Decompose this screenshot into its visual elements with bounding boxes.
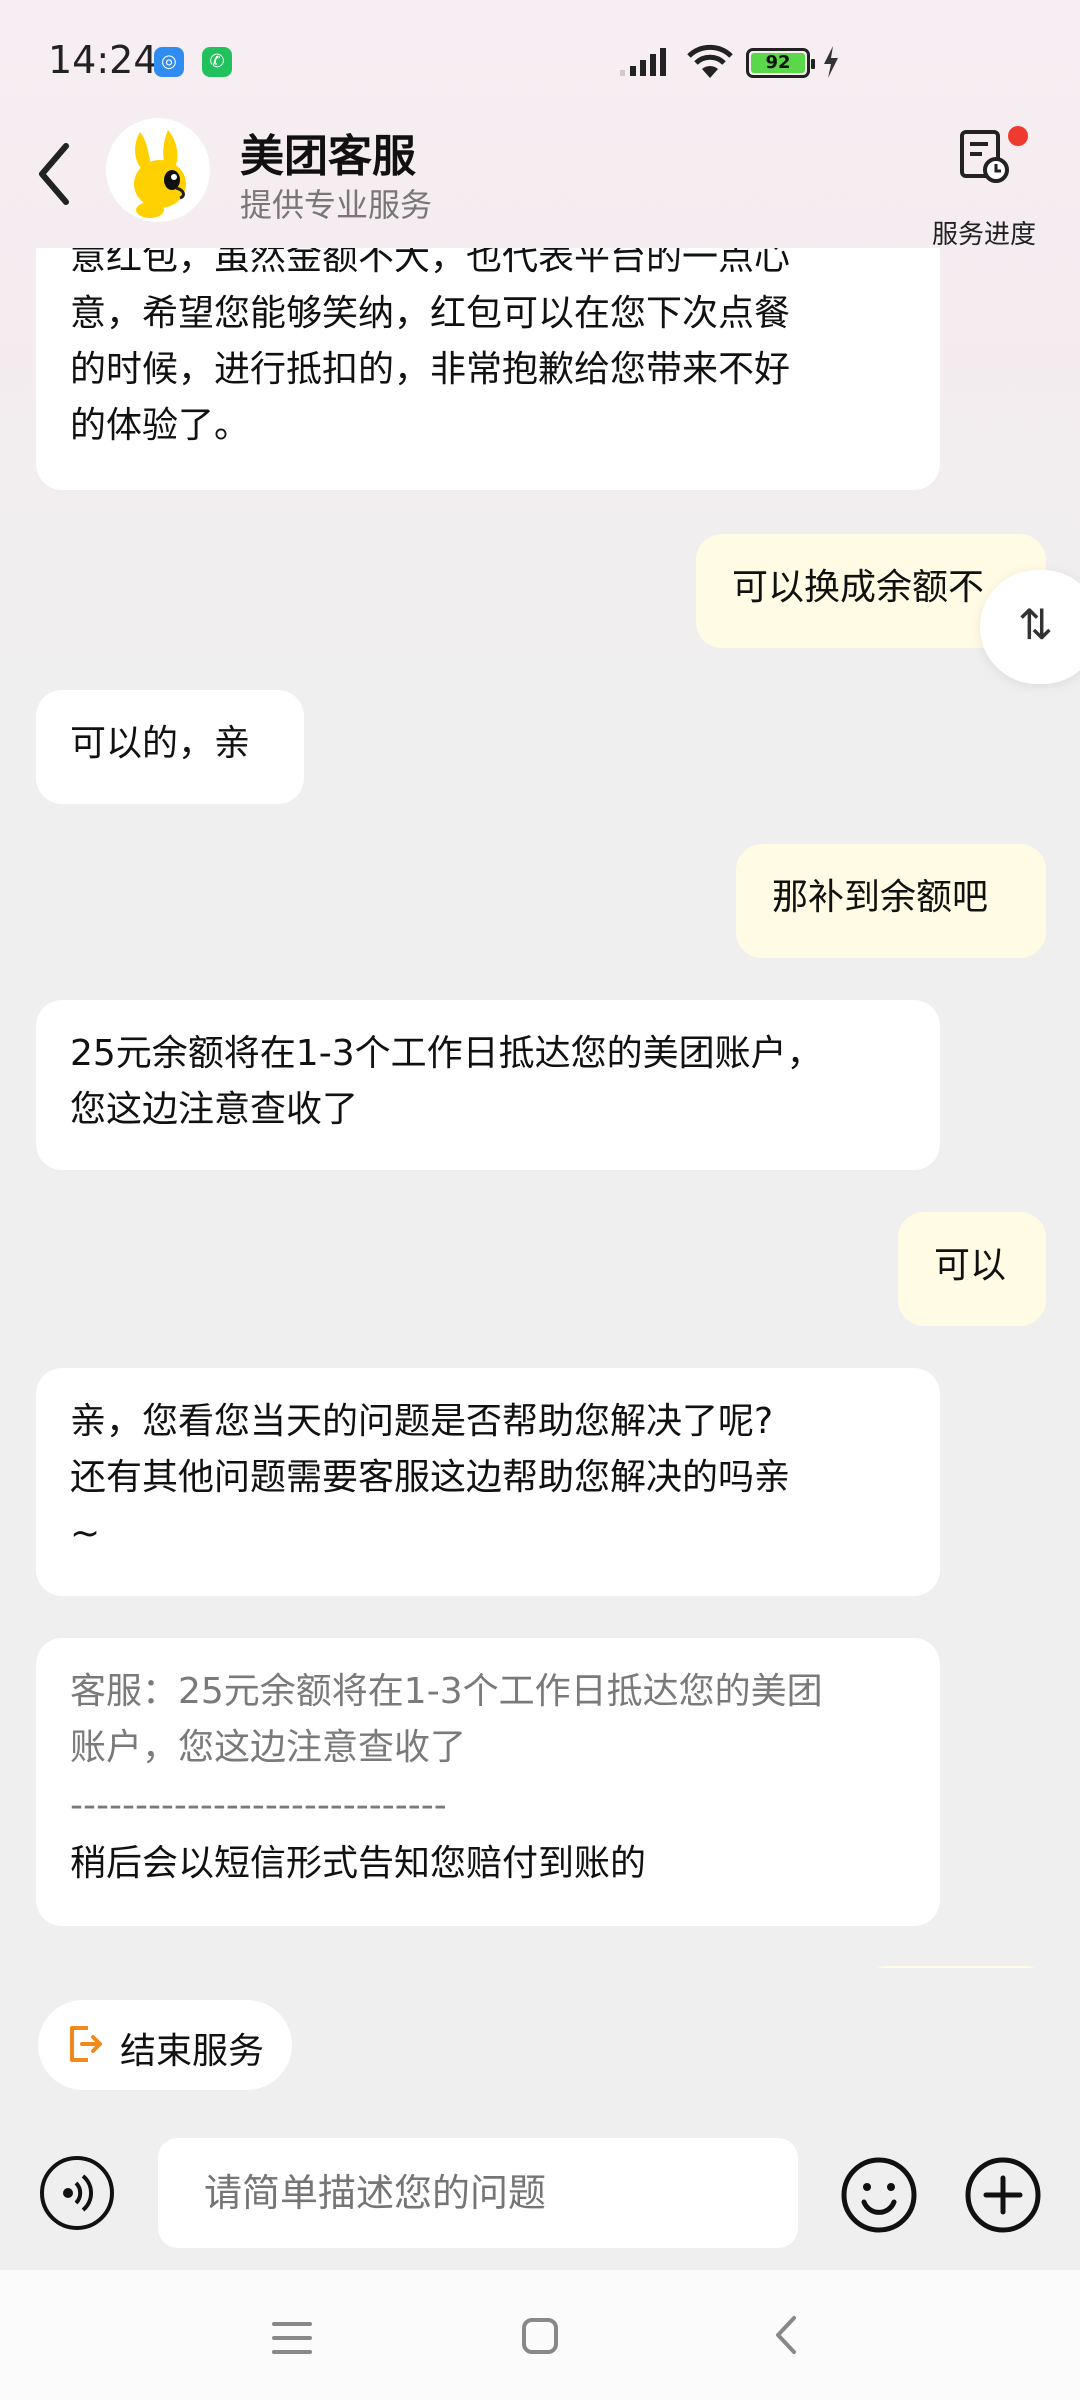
nav-back-icon[interactable] bbox=[772, 2312, 802, 2358]
message-line: 25元余额将在1-3个工作日抵达您的美团账户， bbox=[70, 1033, 823, 1074]
exit-icon bbox=[70, 2026, 102, 2062]
quoted-line: 账户，您这边注意查收了 bbox=[70, 1727, 467, 1768]
chat-header: 美团客服 提供专业服务 服务进度 bbox=[0, 96, 1080, 250]
system-nav-bar bbox=[0, 2270, 1080, 2400]
phone-notification-icon: ✆ bbox=[202, 47, 232, 77]
status-time: 14:24 bbox=[48, 38, 158, 82]
service-progress-button[interactable]: 服务进度 bbox=[920, 126, 1048, 250]
message-bubble-incoming[interactable]: 25元余额将在1-3个工作日抵达您的美团账户， 您这边注意查收了 bbox=[36, 1000, 940, 1170]
end-service-button[interactable]: 结束服务 bbox=[38, 2000, 292, 2090]
message-bubble-incoming[interactable]: 亲，您看您当天的问题是否帮助您解决了呢? 还有其他问题需要客服这边帮助您解决的吗… bbox=[36, 1368, 940, 1596]
end-service-label: 结束服务 bbox=[120, 2031, 265, 2072]
message-bubble-incoming[interactable]: 意红包，虽然金额不大，也代表平台的一点心 意，希望您能够笑纳，红包可以在您下次点… bbox=[36, 248, 940, 490]
avatar[interactable] bbox=[106, 118, 210, 222]
message-bubble-quoted[interactable]: 客服：25元余额将在1-3个工作日抵达您的美团 账户，您这边注意查收了 ----… bbox=[36, 1638, 940, 1926]
message-line: ~ bbox=[70, 1513, 101, 1554]
message-input[interactable] bbox=[158, 2138, 798, 2248]
message-line: 稍后会以短信形式告知您赔付到账的 bbox=[70, 1843, 647, 1884]
message-line: 的时候，进行抵扣的，非常抱歉给您带来不好 bbox=[70, 349, 791, 390]
home-icon[interactable] bbox=[520, 2316, 560, 2356]
message-line: 的体验了。 bbox=[70, 405, 251, 446]
back-arrow-icon[interactable] bbox=[30, 136, 86, 212]
page-title: 美团客服 bbox=[240, 131, 416, 182]
charging-icon bbox=[824, 46, 838, 78]
menu-icon[interactable] bbox=[270, 2318, 314, 2358]
message-bubble-outgoing-partial bbox=[866, 1966, 1046, 1968]
message-line: 可以 bbox=[934, 1245, 1007, 1286]
message-line: 亲，您看您当天的问题是否帮助您解决了呢? bbox=[70, 1401, 774, 1442]
message-line: 还有其他问题需要客服这边帮助您解决的吗亲 bbox=[70, 1457, 791, 1498]
app-notification-icon: ◎ bbox=[154, 47, 184, 77]
quote-divider: ----------------------------- bbox=[70, 1785, 447, 1826]
wifi-icon bbox=[687, 44, 733, 78]
kangaroo-mascot-icon bbox=[134, 130, 186, 218]
voice-input-button[interactable] bbox=[40, 2156, 114, 2230]
signal-icon bbox=[620, 48, 666, 76]
page-subtitle: 提供专业服务 bbox=[240, 186, 433, 224]
emoji-icon[interactable] bbox=[840, 2156, 918, 2234]
swap-vertical-icon: ⇅ bbox=[1018, 600, 1054, 649]
quoted-line: 客服：25元余额将在1-3个工作日抵达您的美团 bbox=[70, 1671, 823, 1712]
message-line: 意红包，虽然金额不大，也代表平台的一点心 bbox=[70, 248, 791, 278]
message-line: 意，希望您能够笑纳，红包可以在您下次点餐 bbox=[70, 293, 791, 334]
plus-icon[interactable] bbox=[964, 2156, 1042, 2234]
message-line: 您这边注意查收了 bbox=[70, 1089, 359, 1130]
voice-icon bbox=[63, 2174, 94, 2212]
battery-icon: 92 bbox=[746, 48, 815, 78]
notification-dot bbox=[1008, 126, 1028, 146]
message-bubble-outgoing[interactable]: 那补到余额吧 bbox=[736, 844, 1046, 958]
document-clock-icon bbox=[960, 130, 1009, 183]
message-bubble-outgoing[interactable]: 可以 bbox=[898, 1212, 1046, 1326]
message-line: 那补到余额吧 bbox=[772, 877, 989, 918]
message-bubble-incoming[interactable]: 可以的，亲 bbox=[36, 690, 304, 804]
message-line: 可以的，亲 bbox=[70, 723, 251, 764]
status-bar: 14:24 ◎ ✆ 92 bbox=[0, 0, 1080, 96]
message-list[interactable]: 意红包，虽然金额不大，也代表平台的一点心 意，希望您能够笑纳，红包可以在您下次点… bbox=[0, 248, 1080, 1968]
battery-level: 92 bbox=[765, 52, 791, 73]
input-bar bbox=[0, 2110, 1080, 2270]
service-progress-label: 服务进度 bbox=[931, 220, 1036, 250]
